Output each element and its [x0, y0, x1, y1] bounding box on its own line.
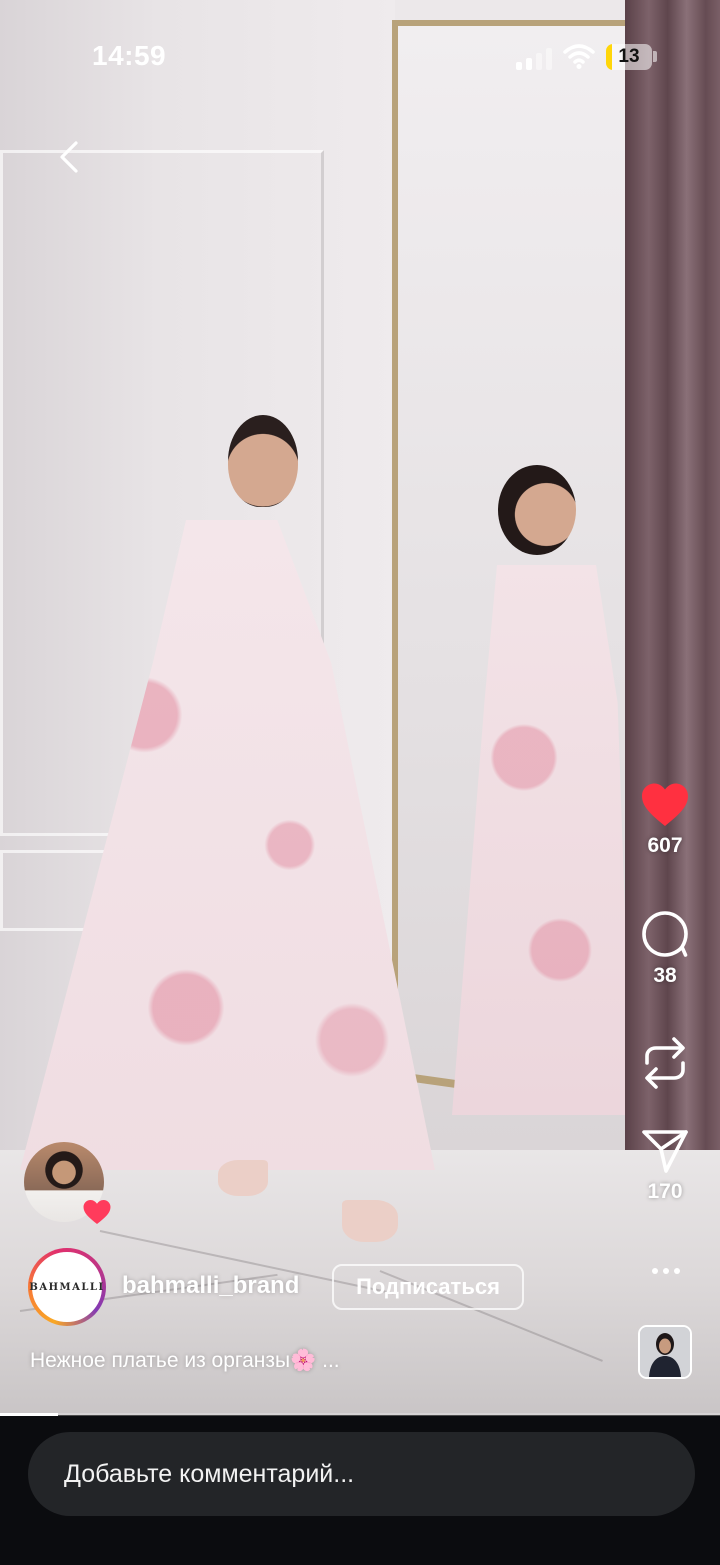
comment-bubble-icon: [642, 911, 688, 957]
reels-screen: 14:59 13 607 38 170 BAHMALLI bahmalli_br…: [0, 0, 720, 1565]
repost-icon: [645, 1037, 685, 1089]
status-time: 14:59: [92, 40, 167, 71]
author-username[interactable]: bahmalli_brand: [122, 1272, 299, 1300]
caption-text: Нежное платье из органзы: [30, 1349, 291, 1372]
heart-filled-icon: [642, 783, 688, 826]
battery-nub: [653, 51, 657, 62]
repost-button[interactable]: [632, 1036, 698, 1090]
caption[interactable]: Нежное платье из органзы🌸 ...: [30, 1348, 340, 1373]
audio-cover-image: [640, 1327, 690, 1377]
audio-thumbnail[interactable]: [638, 1325, 692, 1379]
share-button[interactable]: 170: [632, 1128, 698, 1204]
author-avatar[interactable]: BAHMALLI: [28, 1248, 106, 1326]
more-options-button[interactable]: [640, 1258, 692, 1284]
battery-icon: 13: [606, 44, 652, 70]
brand-logo: BAHMALLI: [29, 1281, 105, 1293]
author-avatar-inner: BAHMALLI: [29, 1252, 105, 1322]
comment-input[interactable]: Добавьте комментарий...: [28, 1432, 695, 1516]
blossom-emoji: 🌸: [290, 1348, 317, 1372]
like-count: 607: [647, 834, 683, 857]
more-dots-icon: [652, 1268, 658, 1274]
follow-button[interactable]: Подписаться: [332, 1264, 524, 1310]
like-button[interactable]: 607: [632, 782, 698, 858]
send-icon: [642, 1130, 688, 1173]
model-shoe: [342, 1200, 398, 1242]
wifi-icon: [563, 44, 595, 69]
model-shoe: [218, 1160, 268, 1196]
battery-level: 13: [618, 46, 640, 67]
comment-button[interactable]: 38: [632, 910, 698, 988]
comment-count: 38: [653, 964, 677, 987]
back-button[interactable]: [52, 135, 92, 179]
caption-more[interactable]: ...: [322, 1349, 340, 1372]
mirror-reflection-head: [498, 465, 576, 555]
heart-icon: [83, 1200, 111, 1224]
status-bar: 14:59 13: [0, 0, 720, 110]
share-count: 170: [647, 1180, 683, 1203]
cellular-signal-icon: [516, 48, 552, 70]
model-head: [228, 415, 298, 507]
